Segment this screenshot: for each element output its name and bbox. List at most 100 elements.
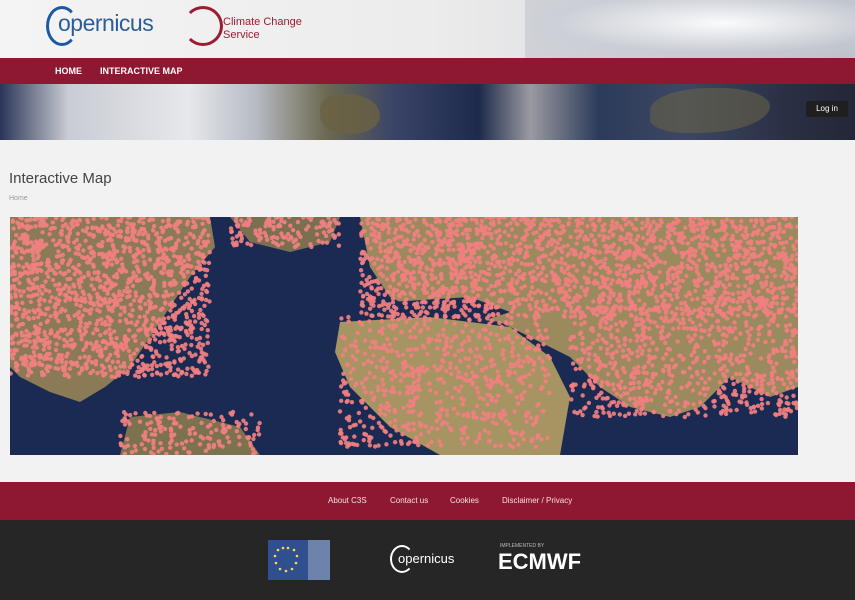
station-marker[interactable] [520,296,526,302]
station-marker[interactable] [509,321,514,326]
station-marker[interactable] [74,360,80,365]
station-marker[interactable] [525,354,530,360]
station-marker[interactable] [85,217,90,223]
station-marker[interactable] [477,432,482,437]
station-marker[interactable] [418,423,423,429]
station-marker[interactable] [237,434,242,440]
station-marker[interactable] [185,332,190,338]
station-marker[interactable] [521,437,526,442]
station-marker[interactable] [167,361,172,366]
station-marker[interactable] [26,294,31,299]
station-marker[interactable] [253,231,258,236]
station-marker[interactable] [425,443,430,448]
station-marker[interactable] [770,365,776,370]
station-marker[interactable] [392,424,398,429]
station-marker[interactable] [485,402,490,407]
station-marker[interactable] [358,268,364,273]
station-marker[interactable] [139,442,144,447]
station-marker[interactable] [724,405,729,410]
station-marker[interactable] [179,295,184,300]
station-marker[interactable] [620,348,626,353]
station-marker[interactable] [470,380,475,385]
station-marker[interactable] [578,330,584,335]
station-marker[interactable] [362,351,368,356]
station-marker[interactable] [199,326,204,332]
station-marker[interactable] [499,416,504,421]
station-marker[interactable] [434,227,439,232]
station-marker[interactable] [119,256,124,261]
station-marker[interactable] [784,328,789,333]
station-marker[interactable] [585,305,590,310]
station-marker[interactable] [194,275,199,281]
station-marker[interactable] [436,237,441,243]
station-marker[interactable] [505,313,510,318]
station-marker[interactable] [382,412,388,417]
station-marker[interactable] [37,360,42,365]
station-marker[interactable] [547,257,552,263]
station-marker[interactable] [193,319,198,324]
station-marker[interactable] [55,287,61,292]
station-marker[interactable] [592,227,597,232]
station-marker[interactable] [467,256,472,261]
station-marker[interactable] [189,373,194,378]
station-marker[interactable] [131,270,136,275]
station-marker[interactable] [462,303,467,309]
station-marker[interactable] [380,226,385,231]
station-marker[interactable] [623,306,628,311]
station-marker[interactable] [644,389,650,394]
station-marker[interactable] [130,234,136,240]
station-marker[interactable] [363,389,368,395]
station-marker[interactable] [77,285,83,290]
station-marker[interactable] [479,227,485,232]
station-marker[interactable] [426,381,432,386]
station-marker[interactable] [295,242,301,247]
station-marker[interactable] [198,245,204,250]
station-marker[interactable] [670,373,675,379]
station-marker[interactable] [339,334,345,340]
station-marker[interactable] [483,335,488,341]
station-marker[interactable] [347,414,352,419]
station-marker[interactable] [602,261,607,266]
station-marker[interactable] [636,268,641,274]
station-marker[interactable] [652,355,657,360]
station-marker[interactable] [36,253,41,259]
station-marker[interactable] [426,326,431,331]
station-marker[interactable] [759,295,765,300]
station-marker[interactable] [664,352,669,357]
station-marker[interactable] [644,335,649,340]
station-marker[interactable] [195,241,200,246]
station-marker[interactable] [47,351,52,357]
station-marker[interactable] [580,335,585,341]
station-marker[interactable] [651,219,656,225]
station-marker[interactable] [343,380,348,385]
station-marker[interactable] [174,334,180,339]
station-marker[interactable] [488,243,493,248]
station-marker[interactable] [514,298,519,304]
station-marker[interactable] [151,223,157,229]
station-marker[interactable] [635,282,640,288]
station-marker[interactable] [326,229,332,234]
station-marker[interactable] [655,258,661,263]
station-marker[interactable] [640,268,645,273]
station-marker[interactable] [378,249,383,254]
station-marker[interactable] [519,261,524,266]
station-marker[interactable] [204,352,209,357]
station-marker[interactable] [679,250,684,256]
station-marker[interactable] [151,278,157,283]
station-marker[interactable] [622,252,627,257]
station-marker[interactable] [735,306,740,312]
station-marker[interactable] [385,349,390,354]
station-marker[interactable] [123,339,129,345]
station-marker[interactable] [137,229,142,234]
station-marker[interactable] [361,424,367,429]
station-marker[interactable] [470,328,475,334]
station-marker[interactable] [65,225,71,230]
station-marker[interactable] [652,252,657,257]
station-marker[interactable] [367,306,373,311]
station-marker[interactable] [539,221,545,226]
station-marker[interactable] [367,319,372,324]
station-marker[interactable] [659,283,664,288]
station-marker[interactable] [361,361,367,367]
station-marker[interactable] [78,303,83,309]
station-marker[interactable] [602,235,607,240]
